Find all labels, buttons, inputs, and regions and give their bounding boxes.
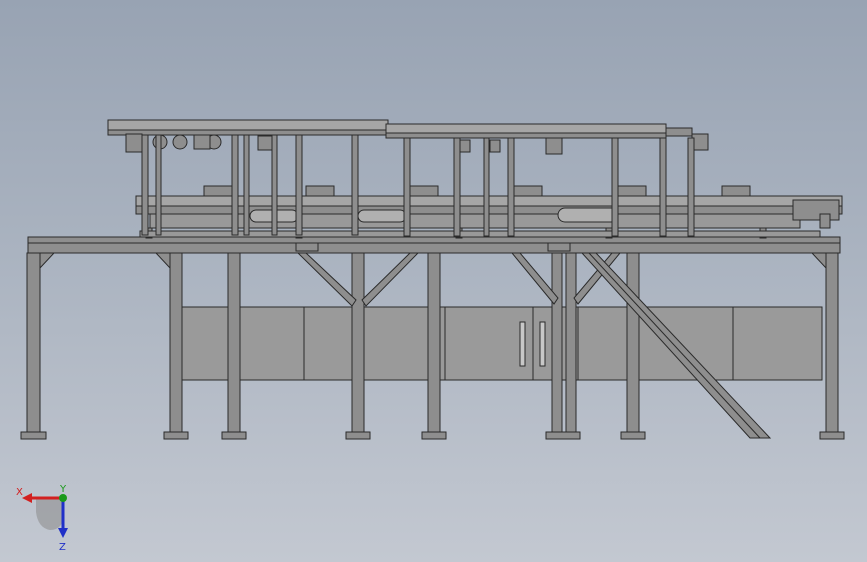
orientation-triad[interactable]: X Y Z <box>10 482 80 552</box>
y-axis-label: Y <box>59 484 67 495</box>
y-axis-icon <box>59 494 67 502</box>
graphics-viewport[interactable]: X Y Z <box>0 0 867 562</box>
conveyor-assembly-model[interactable] <box>0 0 867 562</box>
lower-panels <box>181 306 823 381</box>
z-axis-label: Z <box>59 542 66 552</box>
x-axis-label: X <box>16 487 23 498</box>
triad-shadow-icon <box>36 498 64 530</box>
